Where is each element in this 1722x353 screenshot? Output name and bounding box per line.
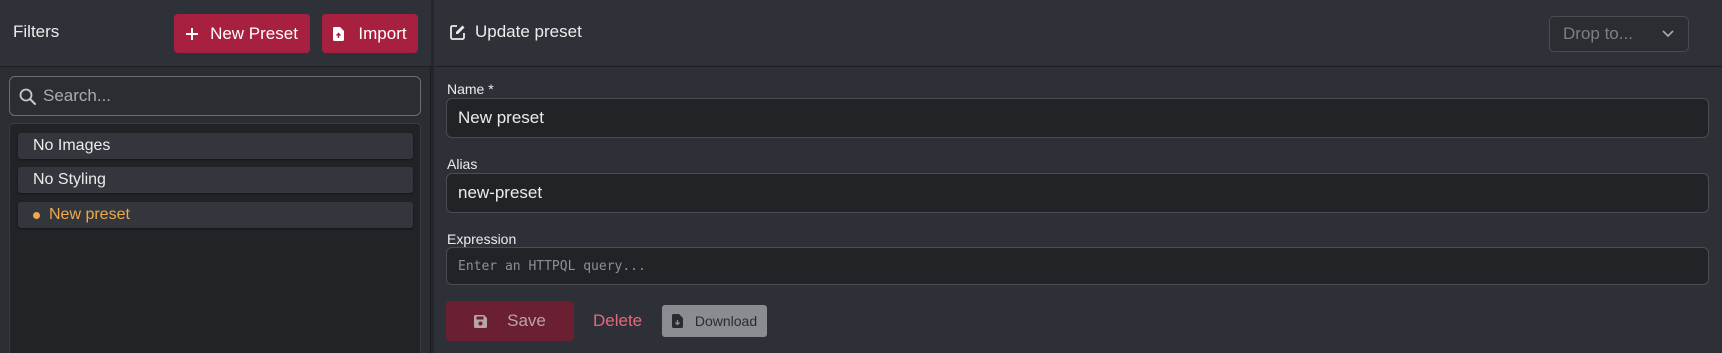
alias-input[interactable]	[456, 182, 1708, 204]
preset-label: New preset	[49, 206, 130, 223]
save-button[interactable]: Save	[446, 301, 574, 341]
alias-field-box	[446, 173, 1709, 213]
preset-item-no-images[interactable]: No Images	[18, 133, 413, 159]
filters-header: Filters New Preset Import	[0, 0, 431, 67]
filters-panel: Filters New Preset Import Search... No I…	[0, 0, 431, 353]
import-button[interactable]: Import	[322, 14, 418, 53]
preset-label: No Images	[33, 137, 111, 154]
download-label: Download	[694, 313, 758, 329]
chevron-down-icon	[1662, 30, 1674, 38]
editor-title: Update preset	[450, 22, 582, 42]
delete-button[interactable]: Delete	[589, 301, 646, 341]
new-preset-button[interactable]: New Preset	[174, 14, 310, 53]
editor-title-text: Update preset	[475, 22, 582, 41]
preset-list: No Images No Styling New preset	[9, 123, 421, 353]
editor-header: Update preset Drop to...	[434, 0, 1722, 67]
search-box	[9, 76, 421, 116]
expression-input[interactable]	[456, 257, 1708, 275]
save-icon	[474, 314, 488, 328]
app-window: Filters New Preset Import Search... No I…	[0, 0, 1722, 353]
editor-panel: Update preset Drop to... Name * Alias Ex…	[434, 0, 1722, 353]
save-label: Save	[507, 311, 546, 330]
filters-title: Filters	[13, 22, 60, 41]
search-input[interactable]	[41, 85, 411, 107]
new-preset-label: New Preset	[210, 23, 298, 43]
import-label: Import	[358, 23, 407, 43]
preset-item-no-styling[interactable]: No Styling	[18, 167, 413, 193]
drop-to-select[interactable]: Drop to...	[1549, 16, 1689, 52]
name-label: Name *	[447, 81, 494, 97]
preset-label: No Styling	[33, 171, 106, 188]
delete-label: Delete	[593, 311, 643, 330]
active-dot-icon	[33, 211, 40, 219]
alias-label: Alias	[447, 156, 478, 172]
file-import-icon	[333, 26, 345, 41]
preset-item-new-preset[interactable]: New preset	[18, 202, 413, 228]
name-field-box	[446, 98, 1709, 138]
file-download-icon	[671, 314, 683, 328]
expression-field-box	[446, 247, 1709, 285]
name-input[interactable]	[456, 107, 1708, 129]
expression-label: Expression	[447, 231, 517, 247]
download-button[interactable]: Download	[662, 305, 767, 337]
search-icon	[19, 88, 36, 105]
drop-to-placeholder: Drop to...	[1563, 24, 1633, 43]
edit-icon	[450, 24, 466, 40]
plus-icon	[186, 27, 199, 40]
